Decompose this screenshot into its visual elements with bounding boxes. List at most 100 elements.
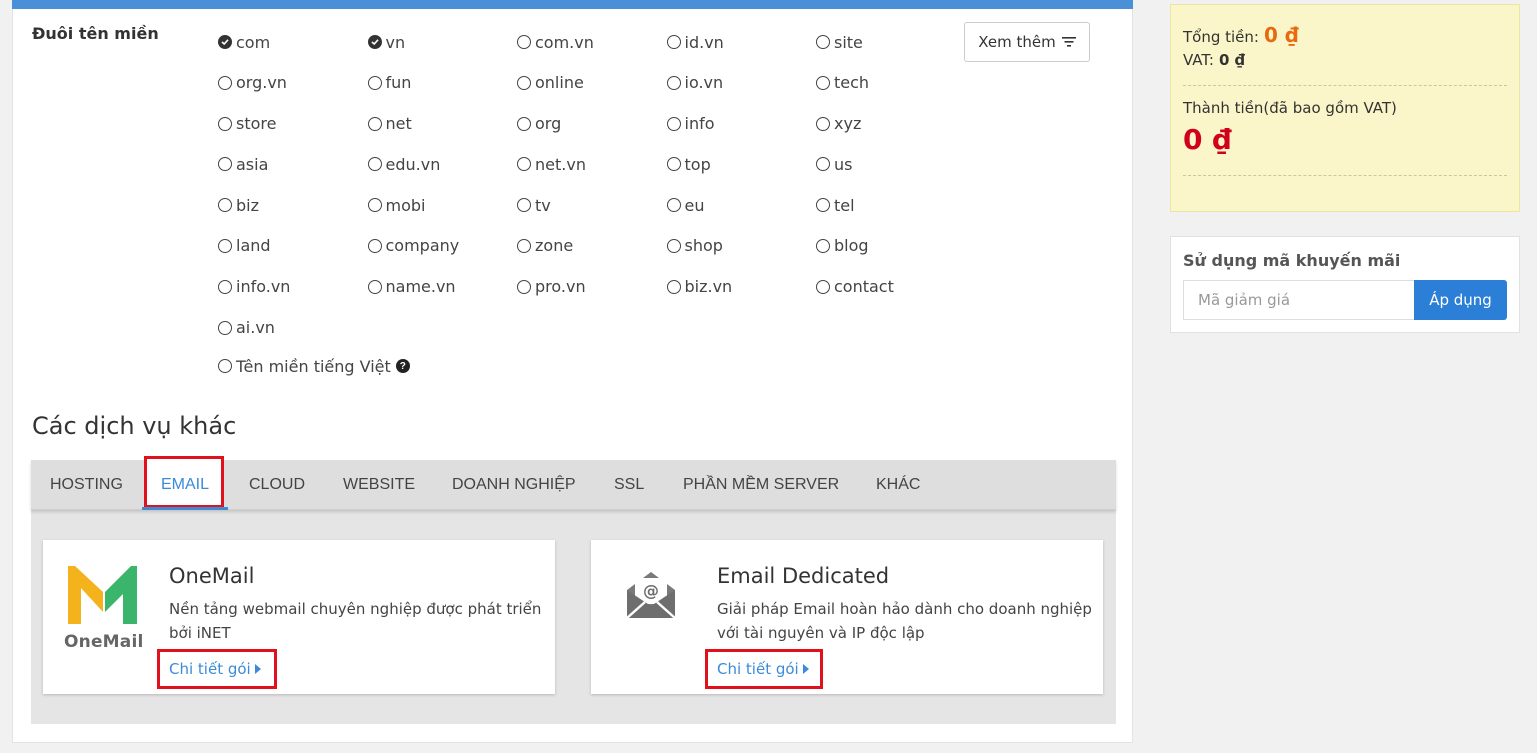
extension-option-shop[interactable]: shop (666, 234, 817, 258)
extension-option-net[interactable]: net (367, 112, 518, 136)
radio-icon[interactable] (517, 279, 531, 294)
promo-code-input[interactable] (1183, 280, 1415, 320)
extension-option-biz[interactable]: biz (218, 193, 368, 217)
tab-other[interactable]: KHÁC (876, 460, 920, 510)
radio-icon[interactable] (218, 198, 232, 213)
extension-option-online[interactable]: online (517, 71, 667, 95)
question-circle-icon[interactable]: ? (395, 359, 410, 373)
radio-icon[interactable] (218, 359, 232, 373)
extension-option-mobi[interactable]: mobi (367, 193, 518, 217)
extension-option-blog[interactable]: blog (816, 234, 966, 258)
total-row: Tổng tiền: 0 ₫ (1183, 23, 1299, 47)
main-panel: Đuôi tên miền com vn com.vn id.vn site org.vn… (12, 0, 1133, 743)
checked-radio-icon[interactable] (218, 35, 232, 49)
extension-option-top[interactable]: top (666, 152, 817, 176)
radio-icon[interactable] (218, 157, 232, 172)
see-more-button[interactable]: Xem thêm (964, 22, 1090, 62)
extension-option-company[interactable]: company (367, 234, 518, 258)
extension-option-site[interactable]: site (816, 30, 966, 54)
vat-row: VAT: 0 ₫ (1183, 51, 1245, 69)
extension-option-org-vn[interactable]: org.vn (218, 71, 368, 95)
extension-option-org[interactable]: org (517, 112, 667, 136)
radio-icon[interactable] (816, 116, 830, 131)
radio-icon[interactable] (816, 198, 830, 213)
radio-icon[interactable] (218, 320, 232, 335)
radio-icon[interactable] (218, 279, 232, 294)
services-tab-panel: HOSTING EMAIL CLOUD WEBSITE DOANH NGHIỆP… (31, 456, 1116, 724)
radio-icon[interactable] (367, 238, 382, 253)
extension-option-id-vn[interactable]: id.vn (666, 30, 817, 54)
extension-option-vn[interactable]: vn (367, 30, 518, 54)
extension-option-tech[interactable]: tech (816, 71, 966, 95)
extension-option-store[interactable]: store (218, 112, 368, 136)
tab-ssl[interactable]: SSL (614, 460, 644, 510)
tab-cloud[interactable]: CLOUD (249, 460, 305, 510)
extension-option-com[interactable]: com (218, 30, 368, 54)
radio-icon[interactable] (816, 238, 830, 253)
radio-icon[interactable] (367, 279, 382, 294)
tab-website[interactable]: WEBSITE (343, 460, 415, 510)
extension-option-zone[interactable]: zone (517, 234, 667, 258)
radio-icon[interactable] (816, 75, 830, 90)
onemail-logo: OneMail (64, 562, 143, 654)
extension-option-ai-vn[interactable]: ai.vn (218, 316, 368, 340)
email-dedicated-detail-link[interactable]: Chi tiết gói (705, 649, 823, 689)
extension-option-xyz[interactable]: xyz (816, 112, 966, 136)
extension-option-info-vn[interactable]: info.vn (218, 275, 368, 299)
radio-icon[interactable] (218, 75, 232, 90)
extension-option-contact[interactable]: contact (816, 275, 966, 299)
extension-option-info[interactable]: info (666, 112, 817, 136)
extension-option-tv[interactable]: tv (517, 193, 667, 217)
checked-radio-icon[interactable] (367, 35, 382, 49)
extension-label: zone (535, 236, 574, 256)
extension-option-com-vn[interactable]: com.vn (517, 30, 667, 54)
extension-label: contact (834, 277, 894, 297)
radio-icon[interactable] (666, 75, 681, 90)
radio-icon[interactable] (218, 116, 232, 131)
tab-doanh-nghiep[interactable]: DOANH NGHIỆP (452, 460, 576, 510)
onemail-detail-link[interactable]: Chi tiết gói (157, 649, 277, 689)
extension-option-pro-vn[interactable]: pro.vn (517, 275, 667, 299)
radio-icon[interactable] (816, 35, 830, 49)
radio-icon[interactable] (367, 157, 382, 172)
radio-icon[interactable] (218, 238, 232, 253)
apply-promo-button[interactable]: Áp dụng (1414, 280, 1507, 320)
extension-option-net-vn[interactable]: net.vn (517, 152, 667, 176)
vietnamese-domain-option[interactable]: Tên miền tiếng Việt ? (218, 354, 410, 378)
extension-option-fun[interactable]: fun (367, 71, 518, 95)
extension-option-biz-vn[interactable]: biz.vn (666, 275, 817, 299)
extension-option-us[interactable]: us (816, 152, 966, 176)
radio-icon[interactable] (367, 198, 382, 213)
email-dedicated-card: @ Email Dedicated Giải pháp Email hoàn h… (591, 540, 1103, 694)
tab-hosting[interactable]: HOSTING (50, 460, 123, 510)
radio-icon[interactable] (367, 75, 382, 90)
radio-icon[interactable] (666, 157, 681, 172)
extension-label: site (834, 32, 863, 52)
radio-icon[interactable] (517, 157, 531, 172)
radio-icon[interactable] (666, 238, 681, 253)
extension-option-io-vn[interactable]: io.vn (666, 71, 817, 95)
radio-icon[interactable] (666, 35, 681, 49)
radio-icon[interactable] (517, 238, 531, 253)
tab-server-software[interactable]: PHẦN MỀM SERVER (683, 460, 839, 510)
radio-icon[interactable] (666, 198, 681, 213)
extension-option-land[interactable]: land (218, 234, 368, 258)
extension-option-asia[interactable]: asia (218, 152, 368, 176)
radio-icon[interactable] (666, 279, 681, 294)
email-dedicated-title: Email Dedicated (717, 564, 890, 588)
extension-option-tel[interactable]: tel (816, 193, 966, 217)
domain-extension-grid: com vn com.vn id.vn site org.vn fun online io.vn… (218, 30, 978, 356)
radio-icon[interactable] (666, 116, 681, 131)
radio-icon[interactable] (517, 75, 531, 90)
radio-icon[interactable] (816, 279, 830, 294)
radio-icon[interactable] (816, 157, 830, 172)
extension-label: tel (834, 195, 855, 215)
tab-email[interactable]: EMAIL (161, 460, 209, 510)
extension-option-name-vn[interactable]: name.vn (367, 275, 518, 299)
radio-icon[interactable] (517, 116, 531, 131)
extension-option-edu-vn[interactable]: edu.vn (367, 152, 518, 176)
radio-icon[interactable] (517, 198, 531, 213)
extension-option-eu[interactable]: eu (666, 193, 817, 217)
radio-icon[interactable] (367, 116, 382, 131)
radio-icon[interactable] (517, 35, 531, 49)
